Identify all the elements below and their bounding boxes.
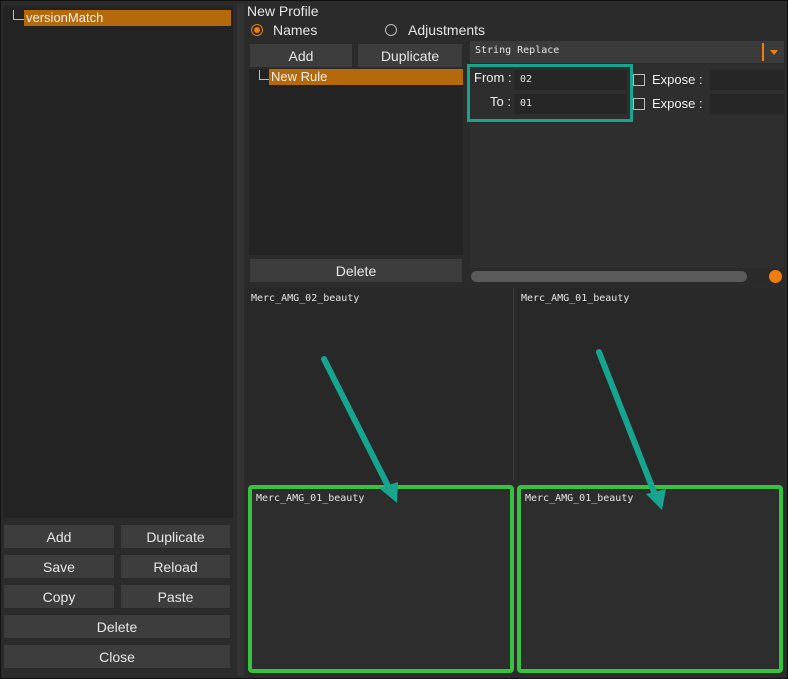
annotation-arrows — [321, 349, 666, 510]
arrow-left-shaft — [321, 356, 393, 493]
arrow-left-head — [379, 482, 398, 503]
arrow-right-shaft — [596, 349, 659, 500]
arrow-right-head — [646, 489, 666, 510]
